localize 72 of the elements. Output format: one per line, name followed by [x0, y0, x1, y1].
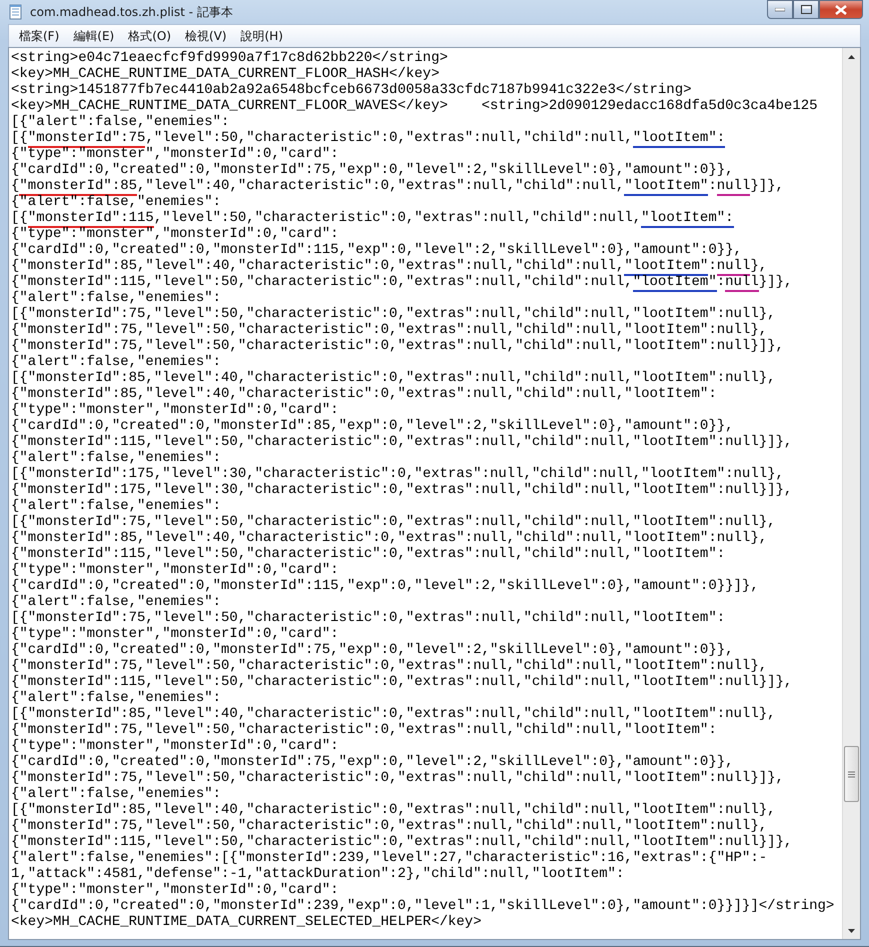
- maximize-icon: [800, 5, 812, 14]
- text-line: {"monsterId":75,"level":50,"characteristic":0,"extras":null,"child":null,"lootItem":null}]},: [11, 770, 785, 786]
- text-line: [{"monsterId":75,"level":50,"characteristic":0,"extras":null,"child":null,"lootItem":: [11, 130, 726, 146]
- text-line: {"monsterId":85,"level":40,"characteristic":0,"extras":null,"child":null,"lootItem":null},: [11, 530, 768, 546]
- text-line: {"cardId":0,"created":0,"monsterId":115,"exp":0,"level":2,"skillLevel":0},"amount":0}},: [11, 242, 743, 258]
- text-line: {"monsterId":115,"level":50,"characteristic":0,"extras":null,"child":null,"lootItem":null}]},: [11, 274, 794, 290]
- minimize-button[interactable]: [767, 0, 793, 19]
- text-line: {"alert":false,"enemies":: [11, 786, 222, 802]
- text-line: {"alert":false,"enemies":: [11, 498, 222, 514]
- menu-item[interactable]: 格式(O): [122, 26, 178, 46]
- text-line: [{"monsterId":75,"level":50,"characteristic":0,"extras":null,"child":null,"lootItem":: [11, 610, 726, 626]
- text-line: {"alert":false,"enemies":: [11, 194, 222, 210]
- text-line: {"cardId":0,"created":0,"monsterId":75,"exp":0,"level":2,"skillLevel":0},"amount":0}},: [11, 754, 735, 770]
- close-icon: [835, 4, 847, 14]
- text-line: [{"monsterId":85,"level":40,"characteristic":0,"extras":null,"child":null,"lootItem":null},: [11, 370, 777, 386]
- text-line: {"cardId":0,"created":0,"monsterId":85,"exp":0,"level":2,"skillLevel":0},"amount":0}},: [11, 418, 735, 434]
- text-line: {"monsterId":75,"level":50,"characteristic":0,"extras":null,"child":null,"lootItem":null},: [11, 322, 768, 338]
- text-line: [{"monsterId":85,"level":40,"characteristic":0,"extras":null,"child":null,"lootItem":null},: [11, 802, 777, 818]
- text-line: {"type":"monster","monsterId":0,"card":: [11, 626, 340, 642]
- text-line: {"monsterId":85,"level":40,"characteristic":0,"extras":null,"child":null,"lootItem":: [11, 386, 718, 402]
- text-line: {"alert":false,"enemies":: [11, 594, 222, 610]
- close-button[interactable]: [819, 0, 863, 19]
- scrollbar-thumb[interactable]: [844, 746, 859, 802]
- text-line: {"alert":false,"enemies":: [11, 450, 222, 466]
- text-line: {"monsterId":115,"level":50,"characteristic":0,"extras":null,"child":null,"lootItem":null}]},: [11, 834, 794, 850]
- text-line: {"cardId":0,"created":0,"monsterId":239,"exp":0,"level":1,"skillLevel":0},"amount":0}}]}]</string>: [11, 898, 836, 914]
- text-line: {"type":"monster","monsterId":0,"card":: [11, 562, 340, 578]
- menu-item[interactable]: 檔案(F): [13, 26, 66, 46]
- scroll-down-icon[interactable]: [848, 928, 855, 932]
- menu-item[interactable]: 檢視(V): [179, 26, 233, 46]
- text-line: {"monsterId":115,"level":50,"characteristic":0,"extras":null,"child":null,"lootItem":null}]},: [11, 434, 794, 450]
- menu-item[interactable]: 編輯(E): [67, 26, 120, 46]
- text-line: {"monsterId":75,"level":50,"characteristic":0,"extras":null,"child":null,"lootItem":null}]},: [11, 338, 785, 354]
- text-line: 1,"attack":4581,"defense":-1,"attackDuration":2},"child":null,"lootItem":: [11, 866, 626, 882]
- grip-icon: [848, 770, 855, 778]
- text-line: {"monsterId":115,"level":50,"characteristic":0,"extras":null,"child":null,"lootItem":: [11, 546, 726, 562]
- text-line: {"type":"monster","monsterId":0,"card":: [11, 226, 340, 242]
- text-line: [{"alert":false,"enemies":: [11, 114, 230, 130]
- text-line: <string>e04c71eaecfcf9fd9990a7f17c8d62bb220</string>: [11, 50, 449, 66]
- text-line: {"cardId":0,"created":0,"monsterId":75,"exp":0,"level":2,"skillLevel":0},"amount":0}},: [11, 642, 735, 658]
- text-line: {"monsterId":75,"level":50,"characteristic":0,"extras":null,"child":null,"lootItem":: [11, 722, 718, 738]
- text-line: <key>MH_CACHE_RUNTIME_DATA_CURRENT_FLOOR_WAVES</key> <string>2d090129edacc168dfa5d0c3ca4be125: [11, 98, 819, 114]
- text-line: {"monsterId":85,"level":40,"characteristic":0,"extras":null,"child":null,"lootItem":null}]},: [11, 178, 785, 194]
- text-line: [{"monsterId":75,"level":50,"characteristic":0,"extras":null,"child":null,"lootItem":null},: [11, 514, 777, 530]
- text-line: {"monsterId":115,"level":50,"characteristic":0,"extras":null,"child":null,"lootItem":null}]},: [11, 674, 794, 690]
- text-line: {"cardId":0,"created":0,"monsterId":115,"exp":0,"level":2,"skillLevel":0},"amount":0}}]},: [11, 578, 760, 594]
- text-line: [{"monsterId":115,"level":50,"characteristic":0,"extras":null,"child":null,"lootItem":: [11, 210, 735, 226]
- text-line: {"monsterId":75,"level":50,"characteristic":0,"extras":null,"child":null,"lootItem":null},: [11, 658, 768, 674]
- menu-item[interactable]: 說明(H): [234, 26, 289, 46]
- text-line: [{"monsterId":175,"level":30,"characteristic":0,"extras":null,"child":null,"lootItem":null},: [11, 466, 785, 482]
- text-line: {"alert":false,"enemies":: [11, 354, 222, 370]
- text-line: {"monsterId":175,"level":30,"characteristic":0,"extras":null,"child":null,"lootItem":null}]},: [11, 482, 794, 498]
- window-title: com.madhead.tos.zh.plist - 記事本: [30, 4, 234, 20]
- text-line: {"alert":false,"enemies":: [11, 690, 222, 706]
- text-line: [{"monsterId":75,"level":50,"characteristic":0,"extras":null,"child":null,"lootItem":null},: [11, 306, 777, 322]
- text-line: {"type":"monster","monsterId":0,"card":: [11, 882, 340, 898]
- text-line: {"cardId":0,"created":0,"monsterId":75,"exp":0,"level":2,"skillLevel":0},"amount":0}},: [11, 162, 735, 178]
- text-line: {"type":"monster","monsterId":0,"card":: [11, 402, 340, 418]
- text-line: <string>1451877fb7ec4410ab2a92a6548bcfceb6673d0058a33cfdc7187b9941c322e3</string>: [11, 82, 693, 98]
- text-line: <key>MH_CACHE_RUNTIME_DATA_CURRENT_FLOOR_HASH</key>: [11, 66, 440, 82]
- text-line: {"type":"monster","monsterId":0,"card":: [11, 738, 340, 754]
- text-line: {"alert":false,"enemies":: [11, 290, 222, 306]
- scroll-up-icon[interactable]: [848, 54, 855, 58]
- notepad-icon: [8, 4, 24, 20]
- maximize-button[interactable]: [793, 0, 819, 19]
- text-line: [{"monsterId":85,"level":40,"characteristic":0,"extras":null,"child":null,"lootItem":null},: [11, 706, 777, 722]
- text-line: {"type":"monster","monsterId":0,"card":: [11, 146, 340, 162]
- minimize-icon: [775, 8, 785, 12]
- text-line: {"monsterId":85,"level":40,"characteristic":0,"extras":null,"child":null,"lootItem":null},: [11, 258, 768, 274]
- text-line: {"alert":false,"enemies":[{"monsterId":239,"level":27,"characteristic":16,"extras":{"HP":-: [11, 850, 768, 866]
- text-line: {"monsterId":75,"level":50,"characteristic":0,"extras":null,"child":null,"lootItem":null},: [11, 818, 768, 834]
- text-line: <key>MH_CACHE_RUNTIME_DATA_CURRENT_SELECTED_HELPER</key>: [11, 914, 482, 930]
